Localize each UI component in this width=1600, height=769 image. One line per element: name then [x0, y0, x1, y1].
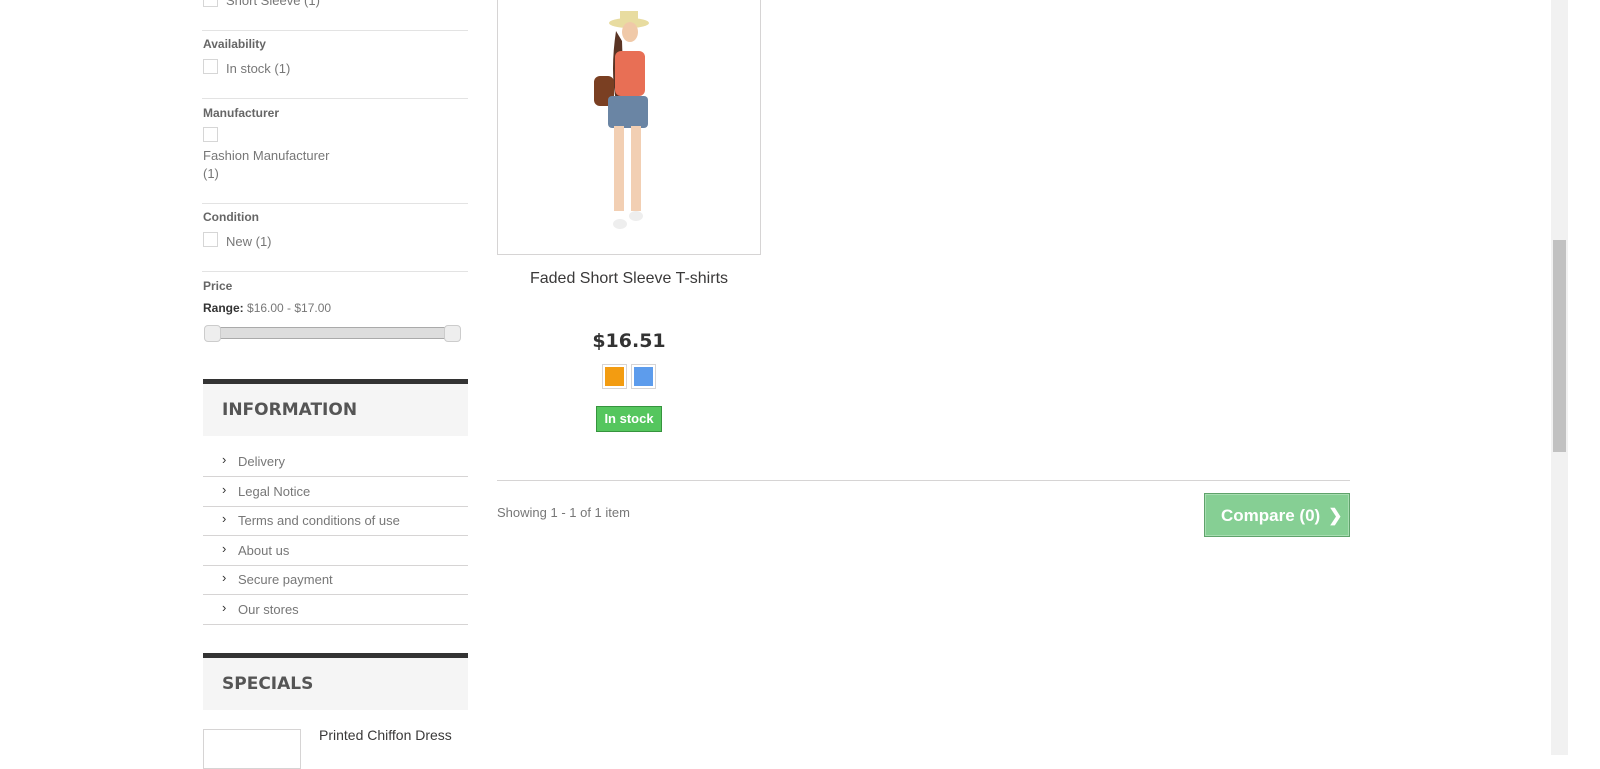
info-link-label: Legal Notice	[238, 483, 311, 499]
special-product-name[interactable]: Printed Chiffon Dress	[319, 727, 452, 743]
slider-handle-min[interactable]	[204, 325, 221, 342]
showing-count: Showing 1 - 1 of 1 item	[497, 505, 630, 520]
manufacturer-title: Manufacturer	[203, 106, 280, 120]
manufacturer-checkbox[interactable]	[203, 127, 218, 142]
chevron-right-icon: ❯	[1328, 506, 1343, 525]
color-swatch-orange[interactable]	[602, 364, 627, 389]
info-link-about-us[interactable]: › About us	[203, 536, 468, 566]
new-checkbox[interactable]	[203, 232, 218, 247]
divider	[497, 480, 1350, 481]
info-link-legal-notice[interactable]: › Legal Notice	[203, 477, 468, 507]
info-link-label: Delivery	[238, 454, 285, 469]
info-link-label: Our stores	[238, 601, 299, 617]
color-swatch-blue[interactable]	[631, 364, 656, 389]
compare-label: Compare (0)	[1221, 506, 1321, 525]
availability-title: Availability	[203, 37, 266, 51]
info-link-delivery[interactable]: › Delivery	[203, 447, 468, 477]
chevron-right-icon: ›	[222, 481, 227, 497]
short-sleeve-checkbox[interactable]	[203, 0, 218, 7]
divider	[202, 271, 468, 272]
price-title: Price	[203, 279, 233, 293]
in-stock-checkbox[interactable]	[203, 59, 218, 74]
info-link-secure-payment[interactable]: › Secure payment	[203, 565, 468, 595]
manufacturer-label[interactable]: Fashion Manufacturer	[203, 148, 329, 163]
divider	[202, 203, 468, 204]
product-image[interactable]	[497, 0, 761, 255]
chevron-right-icon: ›	[222, 511, 227, 526]
product-name[interactable]: Faded Short Sleeve T-shirts	[497, 270, 761, 288]
chevron-right-icon: ›	[222, 540, 227, 556]
divider	[202, 98, 468, 99]
information-heading: INFORMATION	[203, 379, 468, 436]
condition-title: Condition	[203, 210, 259, 224]
info-link-label: About us	[238, 542, 290, 558]
price-slider[interactable]	[208, 327, 458, 339]
manufacturer-count: (1)	[203, 166, 219, 181]
range-label: Range:	[203, 301, 244, 315]
stock-badge: In stock	[596, 406, 662, 432]
range-value: $16.00 - $17.00	[247, 301, 332, 315]
info-link-label: Terms and conditions of use	[238, 513, 400, 528]
info-link-label: Secure payment	[238, 572, 333, 587]
info-link-our-stores[interactable]: › Our stores	[203, 595, 468, 625]
chevron-right-icon: ›	[222, 570, 227, 585]
new-label[interactable]: New (1)	[226, 234, 272, 249]
divider	[202, 30, 468, 31]
product-price: $16.51	[592, 330, 666, 352]
special-product-image[interactable]	[203, 729, 301, 769]
compare-button[interactable]: Compare (0) ❯	[1204, 493, 1350, 537]
chevron-right-icon: ›	[222, 452, 227, 467]
specials-heading: SPECIALS	[203, 653, 468, 710]
scrollbar-thumb[interactable]	[1553, 240, 1566, 452]
in-stock-label[interactable]: In stock (1)	[226, 61, 290, 76]
chevron-right-icon: ›	[222, 599, 227, 615]
slider-handle-max[interactable]	[444, 325, 461, 342]
short-sleeve-label: Short Sleeve (1)	[226, 0, 320, 8]
info-link-terms-and-conditions-of-use[interactable]: › Terms and conditions of use	[203, 506, 468, 536]
model-photo	[594, 11, 649, 229]
